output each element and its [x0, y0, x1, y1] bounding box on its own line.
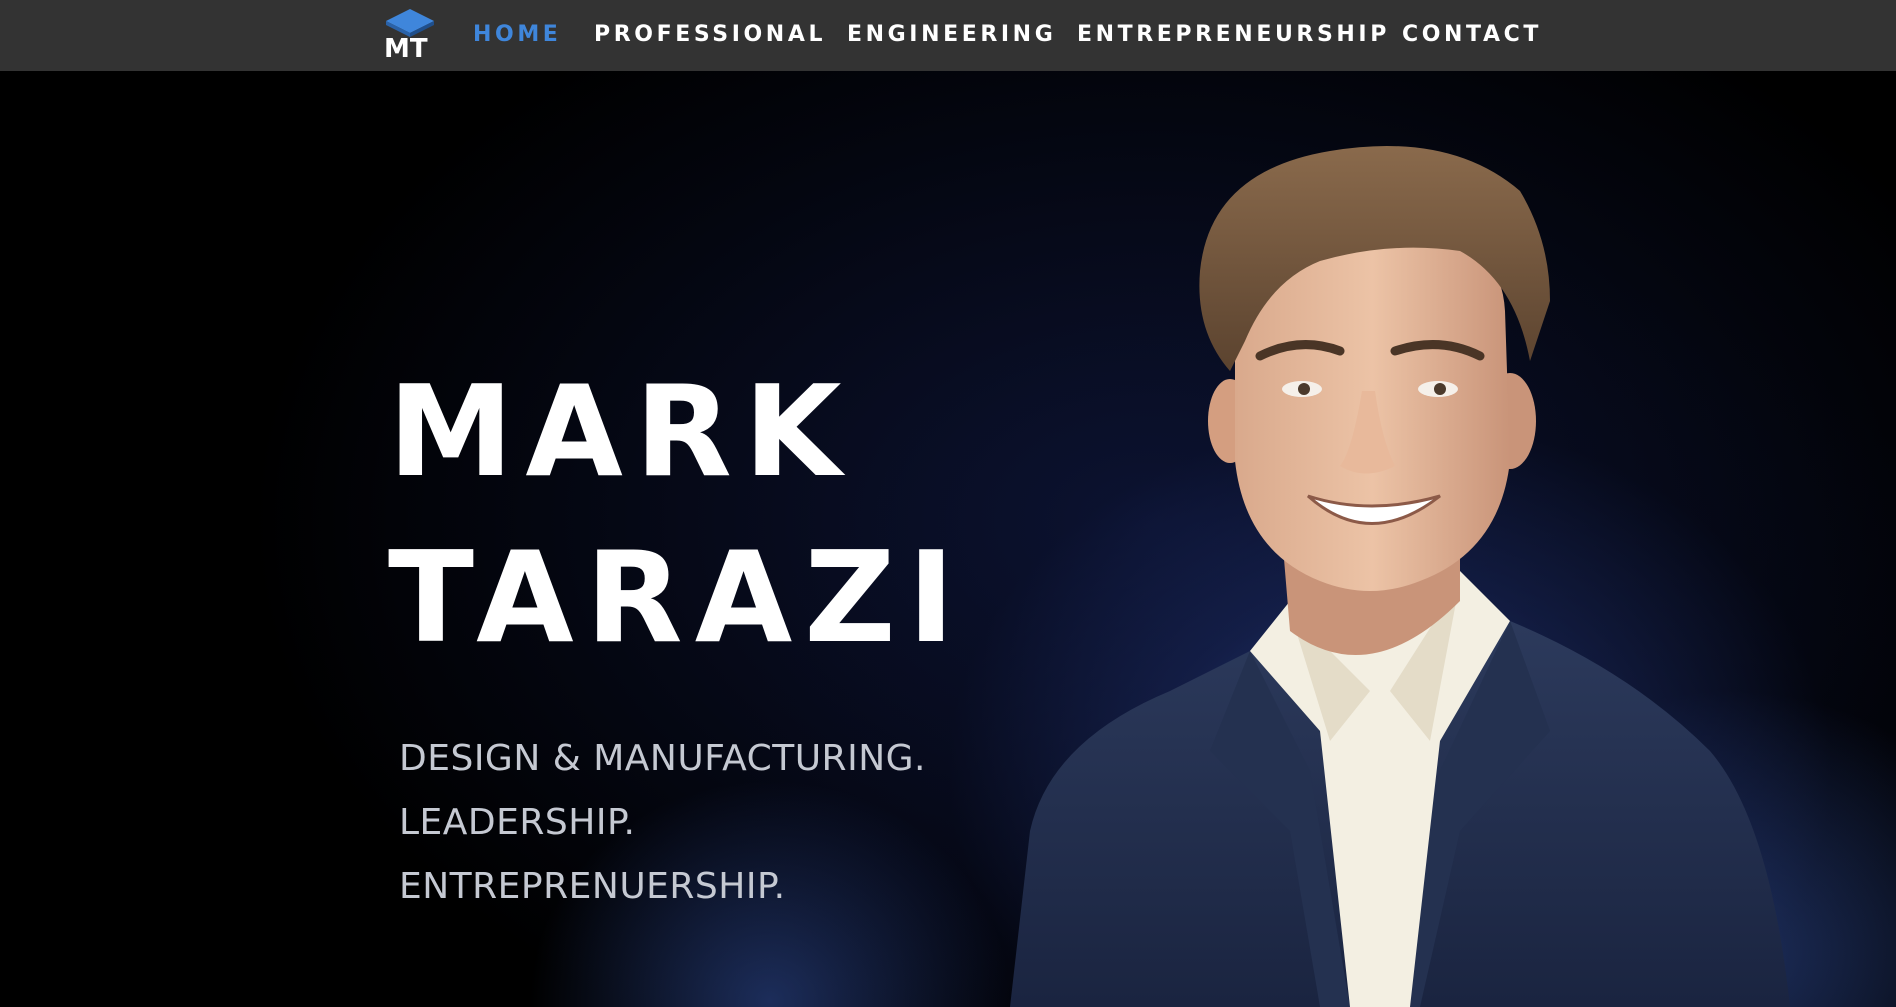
tagline-leadership: LEADERSHIP. — [399, 802, 636, 843]
tagline-entrepreneurship: ENTREPRENUERSHIP. — [399, 866, 786, 907]
portrait-image — [990, 131, 1820, 1007]
nav-item-professional[interactable]: PROFESSIONAL — [594, 20, 826, 50]
nav-item-entrepreneurship[interactable]: ENTREPRENEURSHIP — [1077, 20, 1390, 50]
mt-logo-icon[interactable]: MT — [382, 7, 438, 65]
nav-item-home[interactable]: HOME — [473, 20, 561, 50]
hero-last-name: TARAZI — [388, 524, 967, 672]
hero-section: MARK TARAZI DESIGN & MANUFACTURING. LEAD… — [0, 71, 1896, 1007]
nav-item-contact[interactable]: CONTACT — [1402, 20, 1542, 50]
tagline-design-manufacturing: DESIGN & MANUFACTURING. — [399, 738, 926, 779]
top-navigation-bar: MT HOME PROFESSIONAL ENGINEERING ENTREPR… — [0, 0, 1896, 71]
svg-text:MT: MT — [384, 34, 428, 64]
hero-first-name: MARK — [388, 358, 854, 506]
nav-item-engineering[interactable]: ENGINEERING — [847, 20, 1056, 50]
